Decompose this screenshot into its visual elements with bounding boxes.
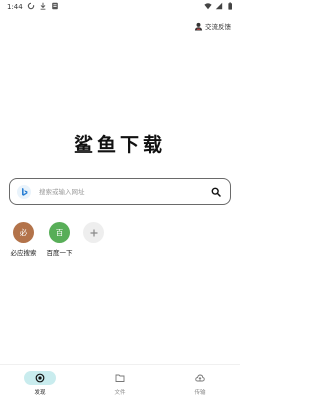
nav-label: 文件 <box>114 390 126 396</box>
plus-icon <box>90 229 97 236</box>
folder-icon <box>115 374 125 382</box>
app-logo-text: 鲨鱼下载 <box>73 134 166 156</box>
wifi-icon <box>204 3 212 10</box>
status-right-icons <box>204 2 234 10</box>
notification-icon <box>52 2 58 10</box>
nav-discover[interactable]: 发现 <box>0 365 80 400</box>
nav-transfer-icon-wrap <box>184 371 216 385</box>
nav-label: 发现 <box>34 390 46 396</box>
shortcut-bing-icon: 必 <box>13 222 34 243</box>
shortcuts-row: 必 必应搜索 百 百度一下 <box>7 222 104 257</box>
bottom-nav: 发现 文件 传输 <box>0 364 240 400</box>
search-button[interactable] <box>209 185 223 199</box>
nav-transfer[interactable]: 传输 <box>160 365 240 400</box>
shortcut-baidu-icon: 百 <box>49 222 70 243</box>
search-bar[interactable] <box>9 178 231 205</box>
feedback-link[interactable]: 交流反馈 <box>194 21 231 31</box>
shortcut-baidu[interactable]: 百 百度一下 <box>43 222 76 257</box>
status-time: 1:44 <box>7 3 23 11</box>
discover-icon <box>35 373 45 383</box>
nav-discover-icon-wrap <box>24 371 56 385</box>
signal-icon <box>215 2 223 10</box>
bing-icon[interactable] <box>17 185 31 199</box>
person-icon <box>194 22 203 31</box>
nav-files[interactable]: 文件 <box>80 365 160 400</box>
battery-icon <box>228 2 232 10</box>
shortcut-label: 百度一下 <box>46 249 73 257</box>
feedback-label: 交流反馈 <box>205 23 231 31</box>
download-icon <box>40 2 46 10</box>
status-left-icons <box>27 2 59 10</box>
shortcut-label: 必应搜索 <box>10 249 37 257</box>
sync-icon <box>27 2 35 10</box>
nav-files-icon-wrap <box>104 371 136 385</box>
search-input[interactable] <box>39 186 199 198</box>
nav-label: 传输 <box>194 390 206 396</box>
add-shortcut-button[interactable] <box>83 222 104 243</box>
status-bar: 1:44 <box>0 0 240 14</box>
search-icon <box>211 187 221 197</box>
shortcut-bing[interactable]: 必 必应搜索 <box>7 222 40 257</box>
cloud-upload-icon <box>195 374 205 382</box>
